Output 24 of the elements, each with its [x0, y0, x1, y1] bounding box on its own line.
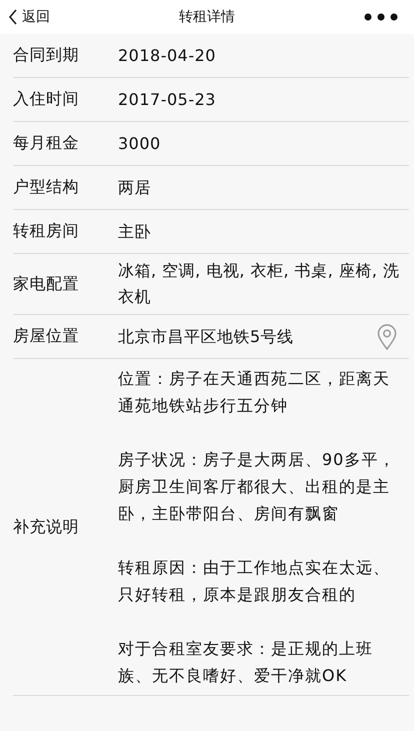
field-label: 房屋位置 [13, 326, 80, 347]
field-label: 户型结构 [13, 177, 80, 198]
chevron-left-icon [8, 9, 18, 25]
note-paragraph: 转租原因：由于工作地点实在太远、只好转租，原本是跟朋友合租的 [118, 557, 391, 606]
more-icon[interactable] [364, 13, 398, 21]
location-pin-icon[interactable] [377, 324, 397, 350]
field-value: 3000 [118, 132, 162, 154]
field-value: 主卧 [118, 220, 152, 242]
note-paragraph: 位置：房子在天通西苑二区，距离天通苑地铁站步行五分钟 [118, 368, 391, 417]
note-paragraph: 房子状况：房子是大两居、90多平，厨房卫生间客厅都很大、出租的是主卧，主卧带阳台、房间有飘窗 [118, 449, 396, 525]
back-button[interactable]: 返回 [6, 6, 52, 28]
field-value: 冰箱, 空调, 电视, 衣柜, 书桌, 座椅, 洗衣机 [118, 260, 401, 308]
field-label: 家电配置 [13, 274, 80, 294]
field-label: 每月租金 [13, 133, 80, 154]
field-value: 两居 [118, 176, 152, 198]
field-label: 转租房间 [13, 221, 80, 242]
field-label: 入住时间 [13, 89, 80, 110]
field-label: 补充说明 [13, 516, 80, 538]
page-title: 转租详情 [179, 8, 235, 26]
note-paragraph: 对于合租室友要求：是正规的上班族、无不良嗜好、爱干净就OK [118, 638, 374, 687]
field-value: 2018-04-20 [118, 44, 217, 66]
field-label: 合同到期 [13, 45, 80, 66]
field-value: 2017-05-23 [118, 88, 217, 110]
address-value: 北京市昌平区地铁5号线 [118, 326, 295, 348]
